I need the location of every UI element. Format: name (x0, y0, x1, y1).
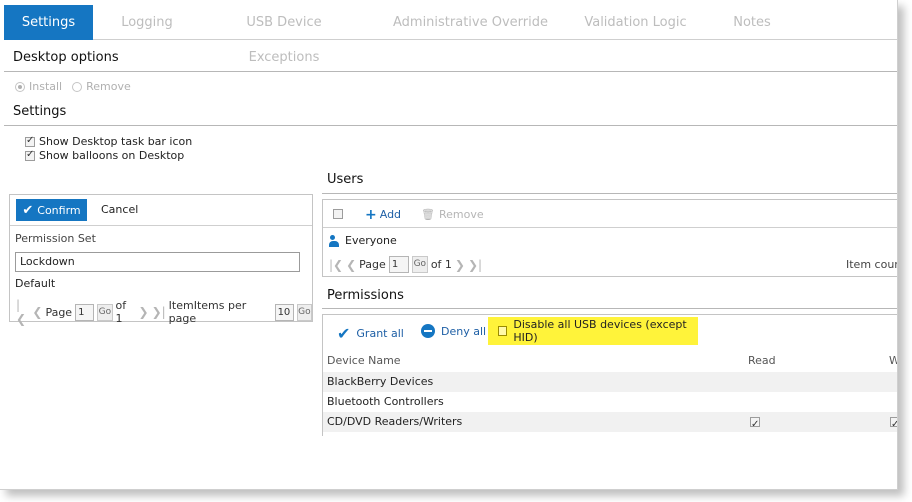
device-name: BlackBerry Devices (327, 375, 434, 388)
page-label: Page (359, 258, 386, 271)
remove-radio-label: Remove (86, 80, 131, 93)
permission-set-panel: ✔ Confirm Cancel Permission Set Lockdown… (9, 194, 313, 326)
checkmark-icon: ✔ (337, 324, 351, 343)
disable-usb-checkbox[interactable] (498, 326, 508, 336)
permission-set-pager: |❮ ❮ Page 1 Go of 1 ❯ ❯| ItemItems per p… (16, 298, 312, 326)
go-button[interactable]: Go (97, 303, 113, 321)
tab-notes[interactable]: Notes (722, 5, 782, 40)
page-total: of 1 (115, 299, 127, 325)
divider (4, 71, 897, 72)
read-permission-checkbox[interactable] (750, 415, 760, 435)
last-page-icon[interactable]: ❯| (152, 305, 166, 319)
first-page-icon[interactable]: |❮ (329, 258, 343, 272)
add-user-label: Add (379, 208, 402, 221)
select-all-users-checkbox[interactable] (333, 209, 343, 219)
items-per-page-input[interactable]: 10 (274, 303, 294, 321)
install-radio[interactable] (15, 81, 25, 92)
default-label: Default (15, 277, 56, 290)
device-name: CD/DVD Readers/Writers (327, 415, 463, 428)
column-header-read: Read (748, 354, 776, 367)
install-mode-radio-group: Install Remove (15, 80, 131, 93)
user-group-icon (329, 234, 341, 247)
tab-administrative-override[interactable]: Administrative Override (388, 5, 553, 40)
user-name: Everyone (345, 234, 397, 247)
deny-all-label: Deny all (441, 324, 487, 338)
remove-radio[interactable] (72, 81, 83, 92)
permissions-panel: ✔ Grant all Deny all Disable all USB dev… (322, 314, 897, 436)
divider (322, 193, 897, 194)
tab-usb-device-exceptions[interactable]: USB Device Exceptions (209, 5, 359, 65)
cancel-button[interactable]: Cancel (101, 203, 138, 216)
divider (4, 125, 897, 126)
column-header-write: W (889, 354, 897, 367)
table-row[interactable]: CD/DVD Readers/Writers (323, 412, 897, 435)
install-radio-label: Install (29, 80, 63, 93)
plus-icon: + (365, 206, 377, 223)
deny-all-button[interactable]: Deny all (421, 324, 486, 338)
table-row[interactable]: Bluetooth Controllers (323, 392, 897, 412)
page-label: Page (45, 305, 73, 319)
users-pager: |❮ ❮ Page 1 Go of 1 ❯ ❯| (329, 256, 482, 273)
page-number-input[interactable]: 1 (388, 256, 409, 273)
show-taskbar-icon-label: Show Desktop task bar icon (39, 135, 193, 148)
column-header-device-name: Device Name (327, 354, 401, 367)
divider (10, 225, 312, 226)
write-permission-checkbox[interactable] (890, 415, 897, 435)
tab-bar: Settings Logging USB Device Exceptions A… (4, 5, 897, 65)
remove-user-label: Remove (438, 208, 484, 221)
tab-validation-logic[interactable]: Validation Logic (578, 5, 693, 40)
confirm-button[interactable]: ✔ Confirm (16, 199, 87, 221)
grant-all-label: Grant all (356, 327, 404, 340)
desktop-options-title: Desktop options (13, 50, 119, 65)
disable-usb-option[interactable]: Disable all USB devices (except HID) (488, 317, 698, 345)
settings-title: Settings (13, 104, 67, 119)
go-button[interactable]: Go (411, 256, 428, 273)
checkmark-icon: ✔ (22, 202, 34, 218)
show-balloons-option[interactable]: Show balloons on Desktop (25, 149, 184, 162)
first-page-icon[interactable]: |❮ (16, 298, 29, 326)
trash-icon: 🗑 (421, 208, 435, 221)
add-user-button[interactable]: + Add (365, 206, 402, 223)
users-title: Users (327, 172, 364, 187)
settings-window: Settings Logging USB Device Exceptions A… (0, 0, 898, 490)
minus-circle-icon (421, 324, 435, 338)
list-item[interactable]: Everyone (329, 234, 397, 247)
permissions-title: Permissions (327, 288, 404, 303)
device-name: Bluetooth Controllers (327, 395, 444, 408)
item-count-label: Item count (846, 258, 897, 271)
prev-page-icon[interactable]: ❮ (32, 305, 42, 319)
remove-user-button[interactable]: 🗑 Remove (421, 208, 484, 221)
show-taskbar-icon-option[interactable]: Show Desktop task bar icon (25, 135, 192, 148)
next-page-icon[interactable]: ❯ (455, 258, 465, 272)
show-balloons-checkbox[interactable] (25, 149, 35, 161)
permission-set-label: Permission Set (15, 232, 96, 245)
show-taskbar-icon-checkbox[interactable] (25, 135, 35, 147)
items-per-page-go-button[interactable]: Go (296, 303, 312, 321)
next-page-icon[interactable]: ❯ (139, 305, 149, 319)
page-number-input[interactable]: 1 (75, 303, 95, 321)
show-balloons-label: Show balloons on Desktop (39, 149, 185, 162)
users-toolbar: + Add 🗑 Remove (323, 200, 897, 228)
table-row[interactable]: BlackBerry Devices (323, 372, 897, 392)
tab-logging[interactable]: Logging (107, 5, 187, 40)
items-per-page-label: ItemItems per page (168, 299, 247, 325)
grant-all-button[interactable]: ✔ Grant all (337, 324, 404, 343)
divider (322, 308, 897, 309)
disable-usb-label: Disable all USB devices (except HID) (513, 318, 687, 344)
page-total: of 1 (430, 258, 452, 271)
permission-set-input[interactable]: Lockdown (15, 252, 300, 272)
tab-settings[interactable]: Settings (4, 5, 93, 40)
last-page-icon[interactable]: ❯| (468, 258, 482, 272)
prev-page-icon[interactable]: ❮ (346, 258, 356, 272)
users-panel: + Add 🗑 Remove Everyone |❮ ❮ Page 1 Go o… (322, 199, 897, 277)
confirm-button-label: Confirm (37, 203, 81, 217)
